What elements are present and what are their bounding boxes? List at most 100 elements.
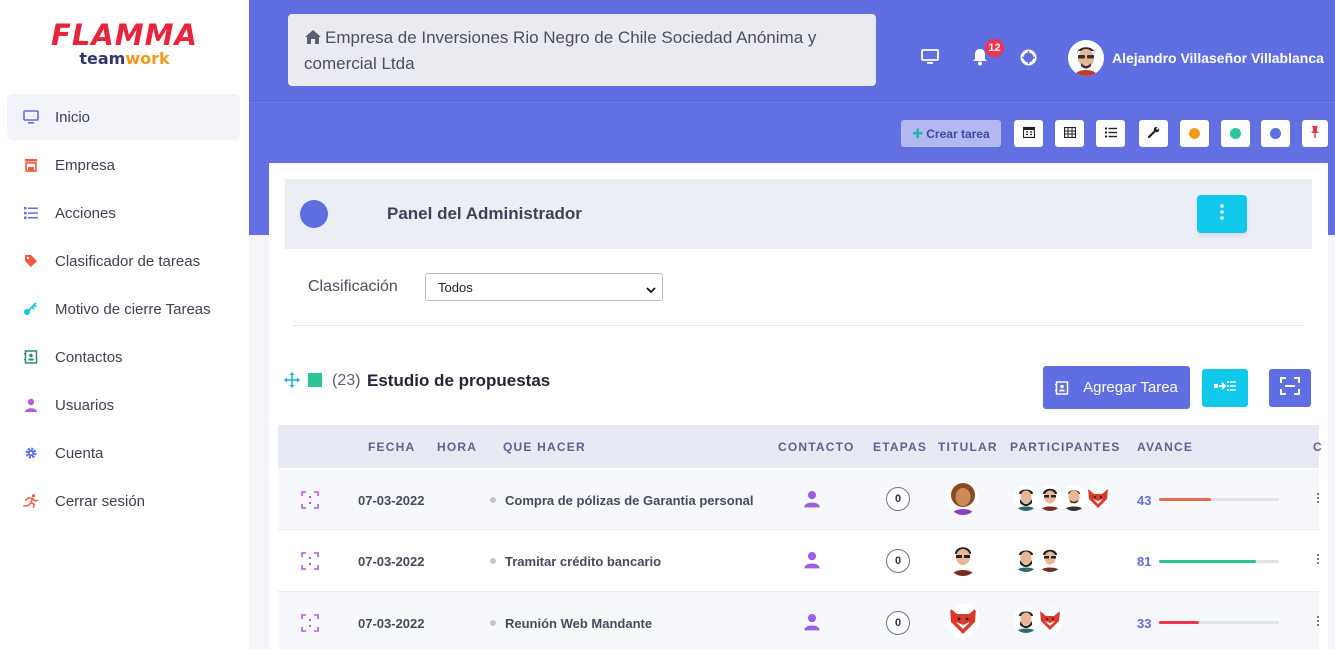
col-header-titular[interactable]: TITULAR [938,440,998,454]
participant-avatar[interactable] [1037,607,1063,633]
calendar-icon [1022,125,1035,143]
filter-blue-button[interactable] [1261,120,1290,147]
create-task-button[interactable]: ✚ Crear tarea [901,120,1001,147]
user-avatar[interactable] [1068,40,1104,76]
group-title[interactable]: Estudio de propuestas [367,371,550,391]
flamma-logo[interactable]: FLAMMA teamwork [42,20,207,68]
stages-count[interactable]: 0 [886,487,910,511]
participant-avatar[interactable] [1037,485,1063,511]
sidebar-item-label: Empresa [55,156,116,174]
orange-dot-icon [1189,128,1200,139]
owner-avatar[interactable] [947,481,979,515]
bullet-icon [490,497,496,503]
col-header-fecha[interactable]: FECHA [368,440,415,454]
sidebar-item-cuenta[interactable]: Cuenta [7,430,240,476]
progress-value: 33 [1137,616,1152,631]
sidebar-item-label: Cuenta [55,444,104,462]
logo-brand: FLAMMA [51,18,198,52]
create-task-label: Crear tarea [926,126,990,141]
progress-bar [1159,560,1279,563]
col-header-truncated[interactable]: C [1313,440,1323,454]
running-icon [23,493,39,509]
sidebar-item-cerrar-sesion[interactable]: Cerrar sesión [7,478,240,524]
classification-selected: Todos [438,279,473,295]
sidebar-item-label: Usuarios [55,396,115,414]
monitor-icon [23,109,39,125]
gear-icon [23,445,39,461]
col-header-participantes[interactable]: PARTICIPANTES [1010,440,1121,454]
row-menu-icon[interactable] [1316,491,1320,505]
contact-user-icon[interactable] [803,613,821,634]
row-task[interactable]: Compra de pólizas de Garantia personal [505,493,754,508]
participant-avatar[interactable] [1013,607,1039,633]
calendar-view-button[interactable] [1014,120,1043,147]
row-date: 07-03-2022 [358,493,425,508]
expand-row-icon[interactable] [300,613,320,633]
col-header-contacto[interactable]: CONTACTO [778,440,855,454]
expand-icon [1280,376,1300,400]
row-task[interactable]: Tramitar crédito bancario [505,554,661,569]
expand-group-button[interactable] [1269,369,1311,407]
col-header-hora[interactable]: HORA [437,440,477,454]
sidebar-item-label: Motivo de cierre Tareas [55,300,211,318]
owner-avatar[interactable] [947,604,979,638]
list-icon [23,205,39,221]
contact-user-icon[interactable] [803,490,821,511]
table-icon [1063,125,1076,143]
support-icon[interactable] [1019,48,1037,66]
participant-avatar[interactable] [1061,485,1087,511]
tag-icon [23,253,39,269]
stages-count[interactable]: 0 [886,549,910,573]
sidebar-item-clasificador[interactable]: Clasificador de tareas [7,238,240,284]
row-menu-icon[interactable] [1316,614,1320,628]
row-menu-icon[interactable] [1316,552,1320,566]
sidebar-item-label: Acciones [55,204,116,222]
table-view-button[interactable] [1055,120,1084,147]
list-view-button[interactable] [1096,120,1125,147]
filter-orange-button[interactable] [1180,120,1209,147]
participant-avatar[interactable] [1013,546,1039,572]
list-icon [1104,125,1117,143]
participant-avatar[interactable] [1085,485,1111,511]
col-header-que-hacer[interactable]: QUE HACER [503,440,586,454]
row-task[interactable]: Reunión Web Mandante [505,616,652,631]
green-dot-icon [1230,128,1241,139]
sidebar-item-motivo-cierre[interactable]: Motivo de cierre Tareas [7,286,240,332]
filter-label: Clasificación [308,278,398,295]
sidebar-item-usuarios[interactable]: Usuarios [7,382,240,428]
progress-fill [1159,621,1199,624]
user-icon [23,397,39,413]
panel-title: Panel del Administrador [387,204,582,223]
pin-button[interactable] [1302,120,1328,147]
participant-avatar[interactable] [1037,546,1063,572]
home-icon [304,28,322,52]
expand-row-icon[interactable] [300,490,320,510]
blue-dot-icon [1270,128,1281,139]
expand-row-icon[interactable] [300,551,320,571]
col-header-avance[interactable]: AVANCE [1137,440,1193,454]
chevron-down-icon [646,282,656,297]
sidebar-item-contactos[interactable]: Contactos [7,334,240,380]
contact-user-icon[interactable] [803,551,821,572]
classification-select[interactable]: Todos [425,273,663,301]
user-name[interactable]: Alejandro Villaseñor Villablanca [1112,50,1324,66]
drag-move-icon[interactable] [284,372,300,388]
panel-menu-button[interactable] [1197,195,1247,233]
owner-avatar[interactable] [947,542,979,576]
settings-button[interactable] [1139,120,1168,147]
participant-avatar[interactable] [1013,485,1039,511]
move-tasks-button[interactable] [1202,369,1248,407]
company-selector[interactable]: Empresa de Inversiones Rio Negro de Chil… [288,14,876,86]
sidebar-item-empresa[interactable]: Empresa [7,142,240,188]
sidebar-item-inicio[interactable]: Inicio [7,94,240,140]
sidebar-item-acciones[interactable]: Acciones [7,190,240,236]
filter-green-button[interactable] [1221,120,1250,147]
desktop-icon[interactable] [921,48,939,66]
progress-bar [1159,498,1279,501]
stages-count[interactable]: 0 [886,611,910,635]
add-task-button[interactable]: Agregar Tarea [1043,366,1190,409]
col-header-etapas[interactable]: ETAPAS [873,440,927,454]
move-list-icon [1214,379,1236,397]
panel-status-circle [300,200,328,228]
key-icon [23,301,39,317]
